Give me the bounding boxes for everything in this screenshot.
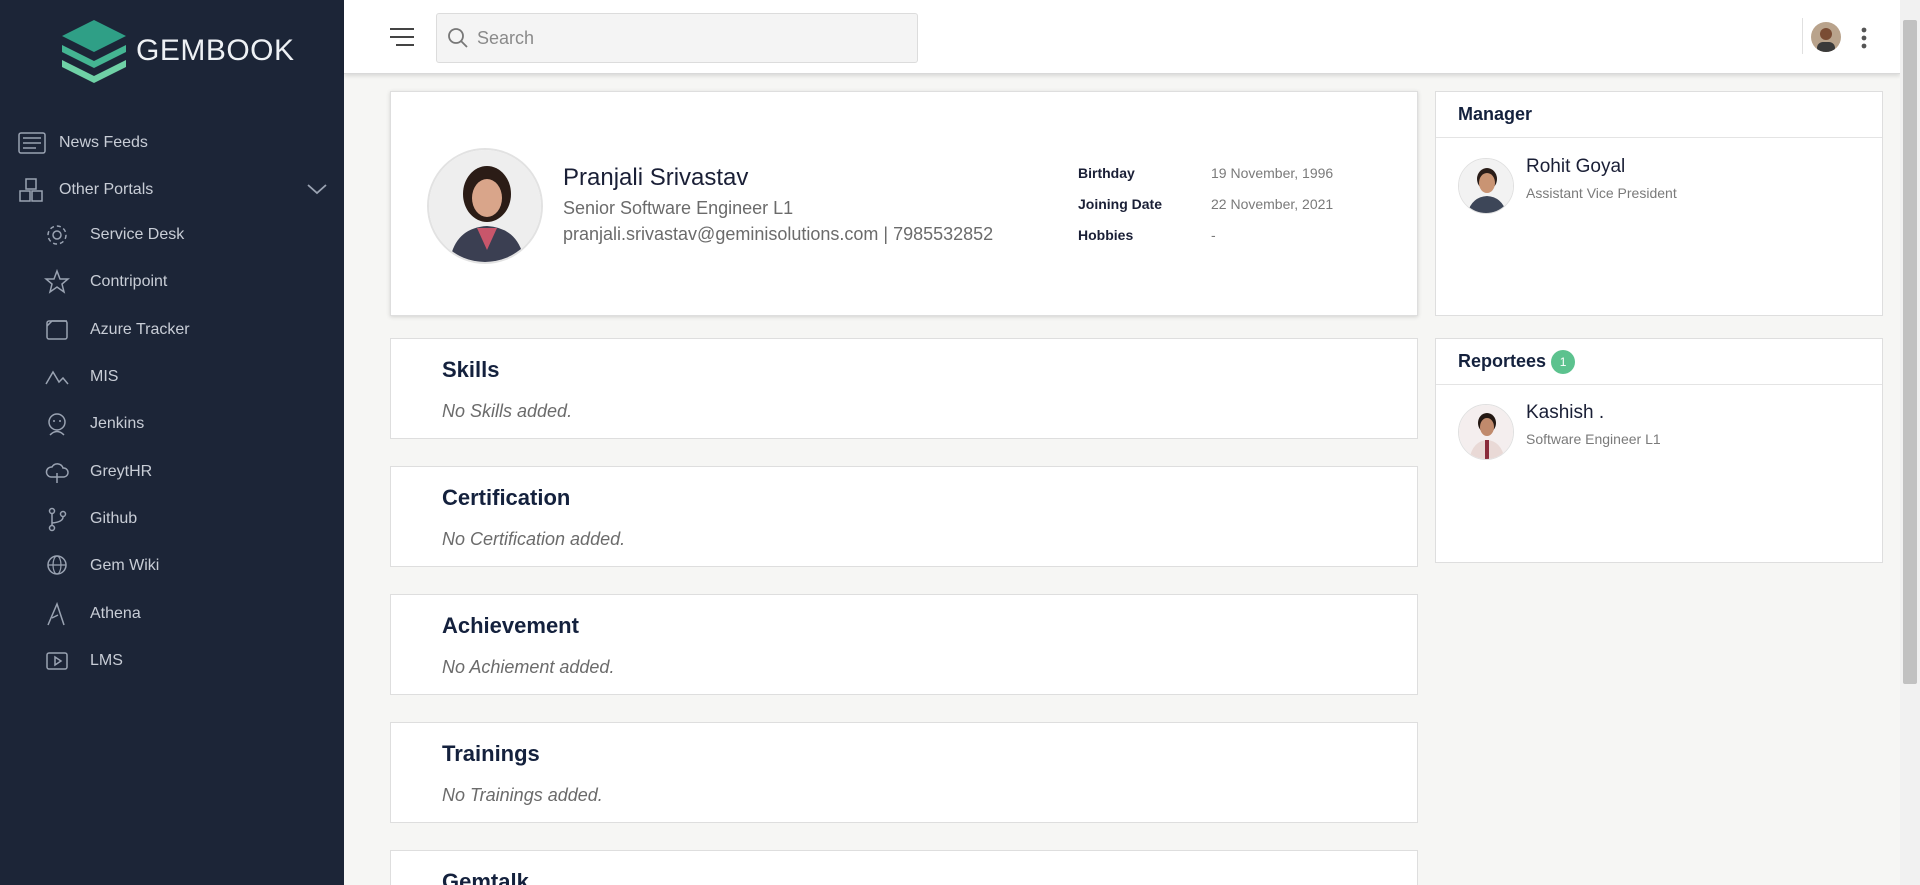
- user-avatar-icon: [1811, 22, 1841, 52]
- profile-photo: [427, 148, 543, 264]
- gem-stack-logo-icon: [62, 20, 126, 83]
- tracker-icon: [46, 320, 68, 340]
- sidebar-item-label: Other Portals: [59, 181, 154, 198]
- section-empty-message: No Achiement added.: [442, 657, 615, 677]
- search-input[interactable]: [477, 27, 897, 49]
- section-empty-message: No Trainings added.: [442, 785, 603, 805]
- portals-icon: [19, 178, 43, 202]
- trainings-section: Trainings No Trainings added.: [390, 722, 1418, 823]
- achievement-section: Achievement No Achiement added.: [390, 594, 1418, 695]
- hobbies-label: Hobbies: [1078, 227, 1134, 243]
- cloud-icon: [45, 463, 69, 483]
- globe-icon: [47, 555, 67, 575]
- sidebar-item-athena[interactable]: Athena: [44, 601, 141, 627]
- profile-photo-icon: [429, 150, 541, 262]
- chevron-down-icon[interactable]: [306, 181, 328, 197]
- manager-heading: Manager: [1436, 92, 1882, 138]
- reportees-header: Reportees 1: [1436, 339, 1882, 385]
- manager-role: Assistant Vice President: [1526, 185, 1677, 201]
- chart-line-icon: [45, 370, 69, 385]
- sidebar-item-mis[interactable]: MIS: [44, 364, 118, 390]
- reportee-name[interactable]: Kashish .: [1526, 402, 1604, 424]
- manager-avatar[interactable]: [1458, 158, 1514, 214]
- scrollbar-thumb[interactable]: [1903, 20, 1917, 684]
- gemtalk-section: Gemtalk: [390, 850, 1418, 885]
- brand-logo[interactable]: GEMBOOK: [60, 18, 295, 84]
- profile-contact: pranjali.srivastav@geminisolutions.com |…: [563, 224, 994, 244]
- sidebar: GEMBOOK News Feeds Other Portals Service…: [0, 0, 344, 885]
- hobbies-value: -: [1211, 227, 1216, 243]
- jenkins-icon: [48, 413, 66, 436]
- section-empty-message: No Certification added.: [442, 529, 626, 549]
- manager-panel: Manager Rohit Goyal Assistant Vice Presi…: [1435, 91, 1883, 316]
- section-title: Gemtalk: [442, 869, 529, 885]
- sidebar-item-label: News Feeds: [59, 134, 148, 151]
- sidebar-item-label: Jenkins: [90, 415, 145, 432]
- sidebar-item-label: Athena: [90, 605, 141, 622]
- certification-section: Certification No Certification added.: [390, 466, 1418, 567]
- header-divider: [1802, 18, 1803, 54]
- profile-card: Pranjali Srivastav Senior Software Engin…: [390, 91, 1418, 316]
- sidebar-item-label: Github: [90, 510, 138, 527]
- gear-icon: [47, 225, 67, 245]
- sidebar-item-github[interactable]: Github: [44, 506, 137, 532]
- sidebar-item-label: LMS: [90, 652, 123, 669]
- profile-name: Pranjali Srivastav: [563, 164, 749, 191]
- sidebar-item-label: Gem Wiki: [90, 557, 160, 574]
- sidebar-item-label: Azure Tracker: [90, 321, 190, 338]
- reportees-heading: Reportees: [1458, 351, 1547, 371]
- section-title: Achievement: [442, 613, 579, 638]
- branch-icon: [48, 507, 67, 532]
- birthday-label: Birthday: [1078, 165, 1135, 181]
- section-title: Skills: [442, 357, 500, 382]
- search-box[interactable]: [436, 13, 918, 63]
- sidebar-item-gem-wiki[interactable]: Gem Wiki: [44, 553, 159, 579]
- brand-name: GEMBOOK: [136, 34, 295, 67]
- manager-avatar-icon: [1459, 159, 1513, 213]
- reportees-count-badge: 1: [1551, 349, 1576, 374]
- reportee-role: Software Engineer L1: [1526, 431, 1661, 447]
- sidebar-item-label: MIS: [90, 368, 119, 385]
- sidebar-item-label: Service Desk: [90, 226, 185, 243]
- section-title: Trainings: [442, 741, 540, 766]
- reportees-panel: Reportees 1 Kashish . Software Engineer …: [1435, 338, 1883, 563]
- joining-date-value: 22 November, 2021: [1211, 196, 1334, 212]
- skills-section: Skills No Skills added.: [390, 338, 1418, 439]
- profile-designation: Senior Software Engineer L1: [563, 198, 794, 218]
- sidebar-item-azure-tracker[interactable]: Azure Tracker: [44, 317, 190, 343]
- news-feed-icon: [18, 132, 46, 154]
- sidebar-item-service-desk[interactable]: Service Desk: [44, 222, 184, 248]
- section-empty-message: No Skills added.: [442, 401, 573, 421]
- sidebar-item-news-feeds[interactable]: News Feeds: [18, 130, 148, 156]
- user-avatar[interactable]: [1811, 22, 1841, 52]
- sidebar-item-greythr[interactable]: GreytHR: [44, 459, 152, 485]
- section-title: Certification: [442, 485, 571, 510]
- sidebar-item-contripoint[interactable]: Contripoint: [44, 269, 167, 295]
- sidebar-item-label: Contripoint: [90, 273, 168, 290]
- joining-date-label: Joining Date: [1078, 196, 1163, 212]
- sidebar-item-other-portals[interactable]: Other Portals: [18, 177, 153, 203]
- birthday-value: 19 November, 1996: [1211, 165, 1334, 181]
- hamburger-menu-icon[interactable]: [388, 25, 416, 49]
- more-options-icon[interactable]: [1860, 26, 1868, 50]
- search-icon: [448, 28, 468, 48]
- reportee-avatar-icon: [1459, 405, 1513, 459]
- sidebar-item-jenkins[interactable]: Jenkins: [44, 411, 144, 437]
- sidebar-item-lms[interactable]: LMS: [44, 648, 123, 674]
- top-header: [344, 0, 1900, 74]
- triangle-icon: [47, 601, 65, 626]
- star-icon: [44, 269, 70, 294]
- manager-name[interactable]: Rohit Goyal: [1526, 156, 1625, 178]
- sidebar-item-label: GreytHR: [90, 463, 153, 480]
- reportee-avatar[interactable]: [1458, 404, 1514, 460]
- video-icon: [46, 652, 68, 670]
